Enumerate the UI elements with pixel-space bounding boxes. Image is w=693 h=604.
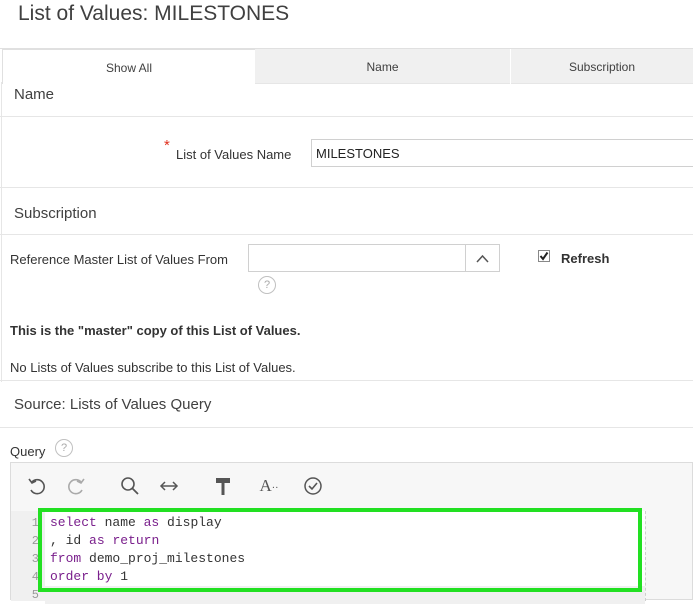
section-divider bbox=[0, 116, 693, 117]
code-editor: A·· 1 2 3 4 5 select name as display , i… bbox=[10, 462, 693, 604]
line-numbers: 1 2 3 4 5 bbox=[31, 516, 39, 602]
section-divider bbox=[0, 234, 693, 235]
line-gutter: 1 2 3 4 5 bbox=[11, 511, 45, 602]
tab-bar: Show All Name Subscription bbox=[0, 48, 693, 84]
editor-toolbar: A·· bbox=[11, 463, 692, 509]
tab-show-all[interactable]: Show All bbox=[2, 49, 256, 84]
code-line: select name as display bbox=[50, 515, 222, 530]
code-line: , id as return bbox=[50, 533, 160, 548]
replace-icon[interactable] bbox=[156, 473, 182, 499]
lov-picker-button[interactable] bbox=[465, 244, 500, 272]
text-format-icon[interactable]: A·· bbox=[256, 473, 282, 499]
lov-name-input[interactable] bbox=[311, 139, 693, 167]
source-section-title: Source: Lists of Values Query bbox=[14, 396, 212, 413]
section-divider bbox=[0, 187, 693, 188]
undo-icon[interactable] bbox=[24, 473, 50, 499]
hammer-icon[interactable] bbox=[210, 473, 236, 499]
redo-icon[interactable] bbox=[63, 473, 89, 499]
subscription-section-title: Subscription bbox=[14, 205, 97, 222]
subscribers-note: No Lists of Values subscribe to this Lis… bbox=[10, 360, 296, 375]
section-divider bbox=[0, 380, 693, 381]
active-line bbox=[45, 586, 645, 604]
query-label: Query bbox=[10, 444, 46, 459]
check-icon bbox=[539, 251, 549, 261]
code-area[interactable]: select name as display , id as return fr… bbox=[45, 511, 645, 604]
refresh-checkbox[interactable] bbox=[538, 250, 550, 262]
page-title: List of Values: MILESTONES bbox=[18, 2, 290, 25]
region-border bbox=[1, 82, 2, 382]
tab-subscription[interactable]: Subscription bbox=[511, 49, 693, 84]
chevron-up-icon bbox=[476, 254, 489, 263]
help-icon[interactable]: ? bbox=[258, 276, 276, 294]
tab-name[interactable]: Name bbox=[255, 49, 510, 84]
code-line: order by 1 bbox=[50, 569, 129, 584]
lov-name-label: List of Values Name bbox=[176, 147, 292, 162]
help-icon[interactable]: ? bbox=[55, 439, 73, 457]
query-code: select name as display , id as return fr… bbox=[50, 514, 245, 586]
code-line: from demo_proj_milestones bbox=[50, 551, 246, 566]
section-divider bbox=[0, 427, 693, 428]
print-margin bbox=[645, 511, 647, 601]
reference-master-input[interactable] bbox=[248, 244, 466, 272]
master-copy-note: This is the "master" copy of this List o… bbox=[10, 323, 301, 338]
refresh-label: Refresh bbox=[561, 251, 610, 266]
name-section-title: Name bbox=[14, 86, 55, 103]
reference-master-label: Reference Master List of Values From bbox=[10, 252, 228, 267]
required-indicator: * bbox=[164, 137, 170, 154]
validate-icon[interactable] bbox=[300, 473, 326, 499]
search-icon[interactable] bbox=[117, 473, 143, 499]
